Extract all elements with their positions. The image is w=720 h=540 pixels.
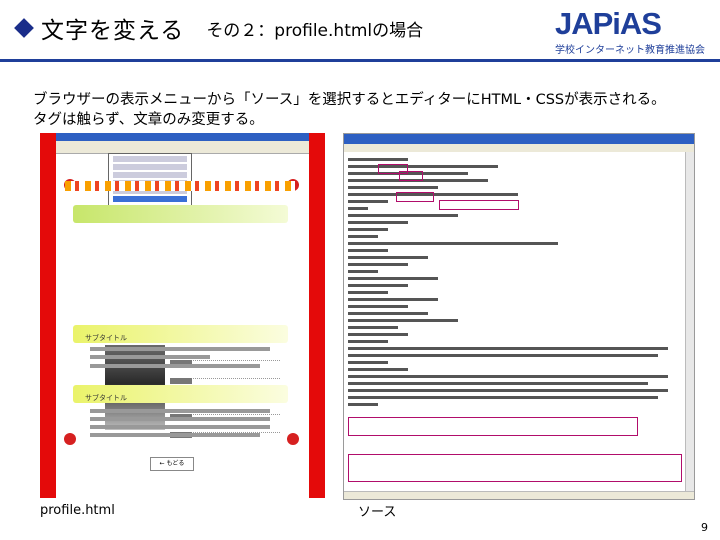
profile-page-screenshot: サブタイトル サブタイトル ← もどる <box>40 133 325 498</box>
editor-status-bar <box>344 491 694 499</box>
description: ブラウザーの表示メニューから「ソース」を選択するとエディターにHTML・CSSが… <box>33 90 666 130</box>
editor-menu-bar <box>344 144 694 152</box>
decor-ball <box>64 433 76 445</box>
page-number: 9 <box>701 521 708 534</box>
logo-text: JAPiAS <box>555 6 662 41</box>
browser-title-bar <box>56 133 309 141</box>
sub-title-1: サブタイトル <box>73 325 288 343</box>
highlight-name <box>396 192 434 202</box>
highlight-text-block-2 <box>348 454 682 482</box>
logo-subtitle: 学校インターネット教育推進協会 <box>555 45 705 56</box>
header-divider <box>0 59 720 62</box>
diamond-bullet-icon <box>14 18 34 38</box>
editor-title-bar <box>344 134 694 144</box>
sub-title-2: サブタイトル <box>73 385 288 403</box>
highlight-description <box>439 200 519 210</box>
description-line-2: タグは触らず、文章のみ変更する。 <box>33 112 264 128</box>
back-button[interactable]: ← もどる <box>150 457 194 471</box>
title-main: 文字を変える <box>41 18 185 44</box>
highlight-keyword <box>399 171 423 181</box>
highlight-text-block-1 <box>348 417 638 436</box>
caption-profile: profile.html <box>40 503 115 518</box>
scrollbar[interactable] <box>685 152 694 492</box>
japias-logo: JAPiAS 学校インターネット教育推進協会 <box>555 6 705 56</box>
caption-source: ソース <box>358 505 397 520</box>
description-line-1: ブラウザーの表示メニューから「ソース」を選択するとエディターにHTML・CSSが… <box>33 92 666 108</box>
title-sub: その２：profile.htmlの場合 <box>206 20 424 41</box>
leaf-decoration <box>65 181 295 191</box>
decor-ball <box>287 433 299 445</box>
source-editor-screenshot <box>343 133 695 500</box>
slide-title: 文字を変える その２：profile.htmlの場合 <box>14 10 423 46</box>
header-banner <box>73 205 288 223</box>
